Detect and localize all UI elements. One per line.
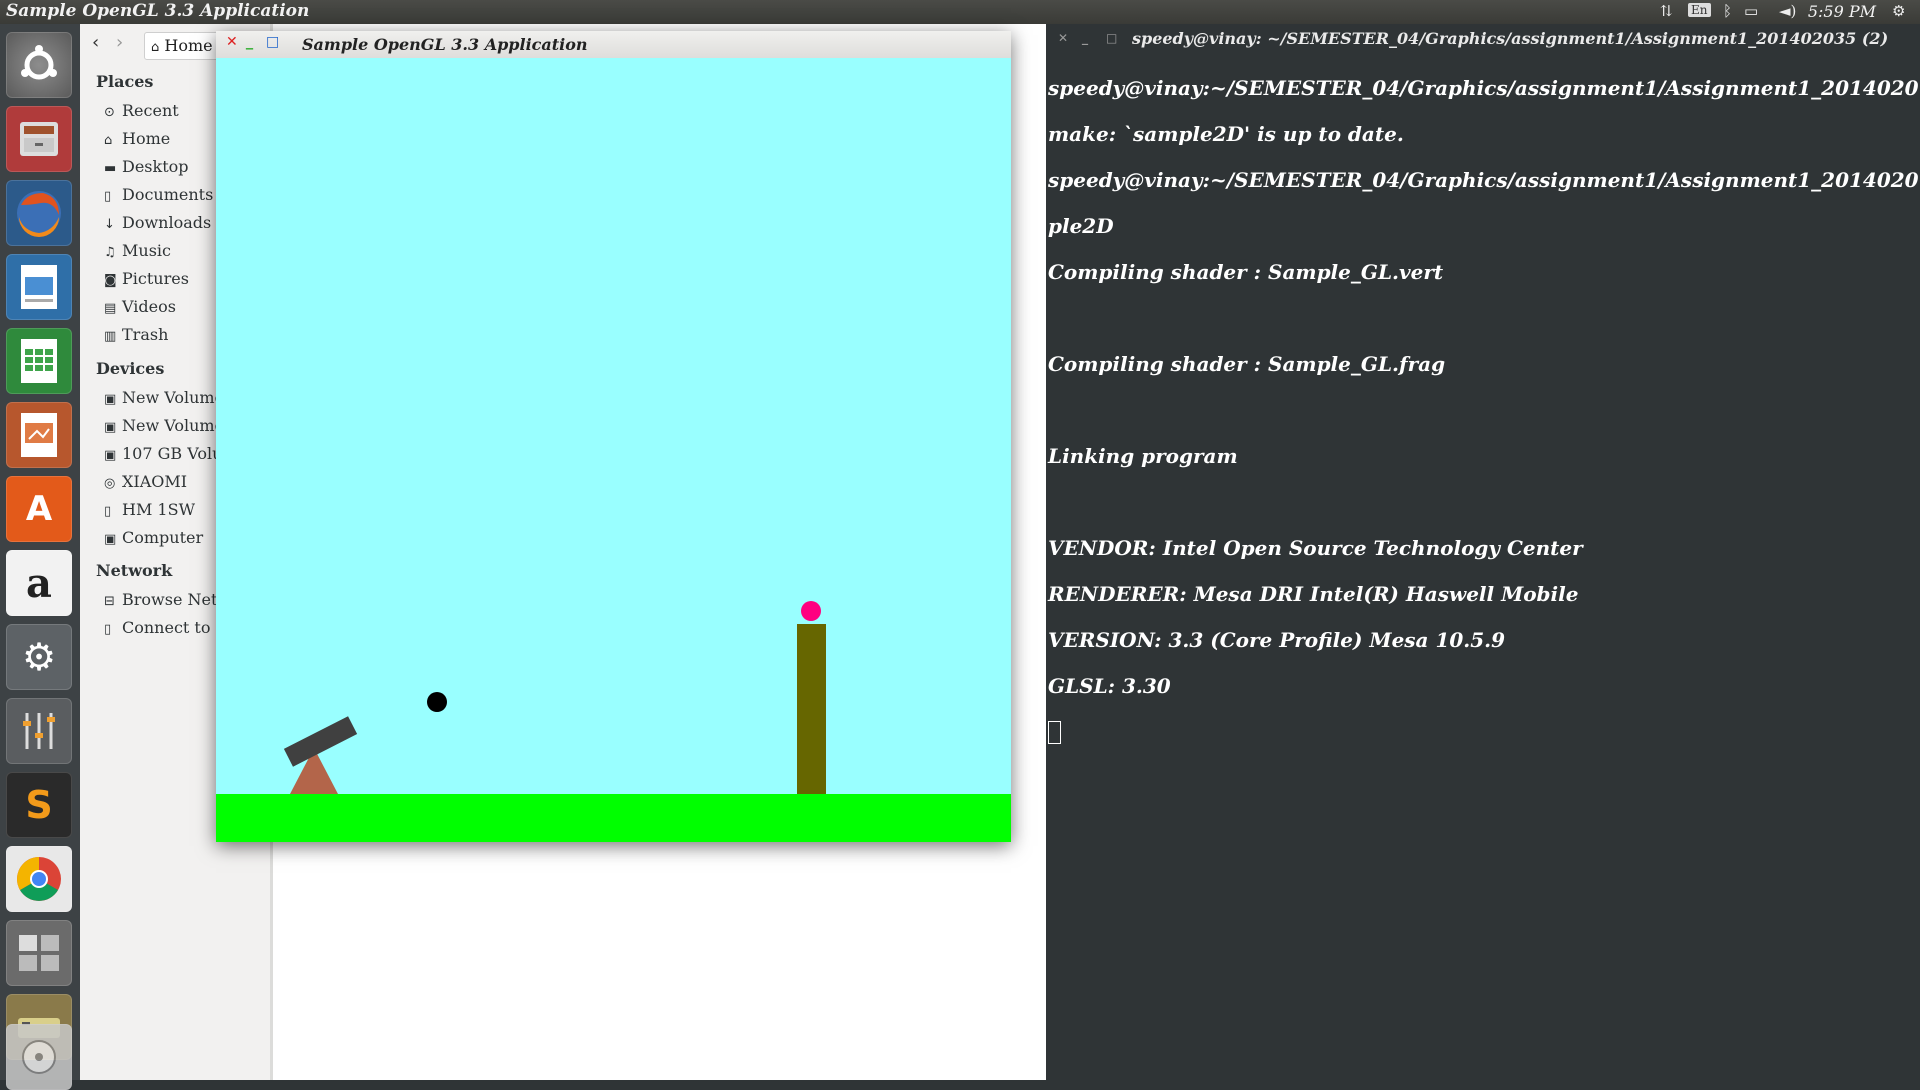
network-icon: ⊟ <box>104 594 115 609</box>
drive-icon: ▣ <box>104 392 117 407</box>
terminal-line: speedy@vinay:~/SEMESTER_04/Graphics/assi… <box>1048 168 1919 192</box>
camera-icon: ◙ <box>104 273 117 288</box>
terminal-line: VENDOR: Intel Open Source Technology Cen… <box>1048 536 1583 560</box>
network-heading: Network <box>96 561 173 580</box>
sidebar-item-label: Documents <box>122 185 214 204</box>
ground <box>216 794 1011 842</box>
minimize-icon[interactable]: _ <box>1082 31 1088 45</box>
sublime-text-icon[interactable]: S <box>6 772 72 838</box>
home-icon: ⌂ <box>151 40 160 55</box>
software-center-icon[interactable]: A <box>6 476 72 542</box>
firefox-icon[interactable] <box>6 180 72 246</box>
session-gear-icon[interactable]: ⚙ <box>1892 2 1905 20</box>
back-icon[interactable]: ‹ <box>92 32 99 53</box>
terminal-line: GLSL: 3.30 <box>1048 674 1171 698</box>
sublime-glyph: S <box>25 783 53 827</box>
terminal-line: make: `sample2D' is up to date. <box>1048 122 1404 146</box>
terminal-line: RENDERER: Mesa DRI Intel(R) Haswell Mobi… <box>1048 582 1579 606</box>
forward-icon[interactable]: › <box>116 32 123 53</box>
sidebar-item-label: Pictures <box>122 269 189 288</box>
libreoffice-writer-icon[interactable] <box>6 254 72 320</box>
minimize-icon[interactable]: _ <box>246 34 253 50</box>
files-icon[interactable] <box>6 106 72 172</box>
clock-icon: ⊙ <box>104 105 115 120</box>
battery-icon[interactable]: ▭ <box>1744 2 1758 20</box>
server-icon: ▯ <box>104 622 112 637</box>
sidebar-item-label: Recent <box>122 101 179 120</box>
breadcrumb-home[interactable]: ⌂ Home <box>144 32 220 60</box>
sidebar-item-label: Desktop <box>122 157 189 176</box>
breadcrumb-label: Home <box>164 36 213 55</box>
disc-icon: ◎ <box>104 476 116 491</box>
projectile-ball <box>427 692 447 712</box>
phone-icon: ▯ <box>104 504 112 519</box>
terminal-output[interactable]: speedy@vinay:~/SEMESTER_04/Graphics/assi… <box>1048 54 1920 790</box>
target-pillar <box>797 624 826 794</box>
document-icon: ▯ <box>104 189 112 204</box>
terminal-window[interactable]: ✕ _ □ speedy@vinay: ~/SEMESTER_04/Graphi… <box>1046 24 1920 1080</box>
window-title: Sample OpenGL 3.3 Application <box>302 35 588 54</box>
close-icon[interactable]: ✕ <box>226 34 238 50</box>
libreoffice-calc-icon[interactable] <box>6 328 72 394</box>
amazon-glyph: a <box>26 559 52 607</box>
workspace-switcher-icon[interactable] <box>6 920 72 986</box>
terminal-line: Compiling shader : Sample_GL.frag <box>1048 352 1446 376</box>
drive-icon: ▣ <box>104 448 117 463</box>
sidebar-item-label: Downloads <box>122 213 212 232</box>
trash-icon: ▥ <box>104 329 117 344</box>
video-icon: ▤ <box>104 301 117 316</box>
ubuntu-dash-icon[interactable] <box>6 32 72 98</box>
music-icon: ♫ <box>104 245 116 260</box>
opengl-canvas[interactable] <box>216 58 1011 842</box>
folder-icon: ▬ <box>104 161 117 176</box>
sidebar-item-label: XIAOMI <box>122 472 188 491</box>
network-transfer-icon[interactable]: ⇅ <box>1660 2 1673 20</box>
close-icon[interactable]: ✕ <box>1058 31 1068 45</box>
chrome-icon[interactable] <box>6 846 72 912</box>
opengl-window[interactable]: ✕ _ □ Sample OpenGL 3.3 Application <box>216 31 1011 842</box>
sidebar-item-label: Music <box>122 241 171 260</box>
home-icon: ⌂ <box>104 133 113 148</box>
maximize-icon[interactable]: □ <box>1106 31 1117 45</box>
sidebar-item-label: Trash <box>122 325 169 344</box>
maximize-icon[interactable]: □ <box>266 34 279 50</box>
drive-icon: ▣ <box>104 420 117 435</box>
terminal-cursor <box>1048 721 1061 744</box>
terminal-cursor-line <box>1048 721 1920 744</box>
system-settings-icon[interactable]: ⚙ <box>6 624 72 690</box>
terminal-line: ple2D <box>1048 214 1114 238</box>
opengl-titlebar[interactable]: ✕ _ □ Sample OpenGL 3.3 Application <box>216 31 1011 58</box>
window-title: speedy@vinay: ~/SEMESTER_04/Graphics/ass… <box>1132 29 1889 48</box>
launcher: A a ⚙ S <box>0 24 81 1090</box>
devices-heading: Devices <box>96 359 165 378</box>
amazon-icon[interactable]: a <box>6 550 72 616</box>
drive-icon-2[interactable] <box>6 1024 72 1090</box>
clock[interactable]: 5:59 PM <box>1808 2 1876 21</box>
top-panel: Sample OpenGL 3.3 Application ⇅ En ᛒ ▭ ◄… <box>0 0 1920 24</box>
download-icon: ↓ <box>104 217 115 232</box>
volume-icon[interactable]: ◄) <box>1779 2 1796 20</box>
places-heading: Places <box>96 72 154 91</box>
terminal-line: speedy@vinay:~/SEMESTER_04/Graphics/assi… <box>1048 76 1919 100</box>
bluetooth-icon[interactable]: ᛒ <box>1723 2 1732 20</box>
keyboard-layout-indicator[interactable]: En <box>1688 3 1711 17</box>
sidebar-item-label: HM 1SW <box>122 500 196 519</box>
libreoffice-impress-icon[interactable] <box>6 402 72 468</box>
mixer-icon[interactable] <box>6 698 72 764</box>
terminal-titlebar[interactable]: ✕ _ □ speedy@vinay: ~/SEMESTER_04/Graphi… <box>1046 24 1920 54</box>
sidebar-item-label: Videos <box>122 297 176 316</box>
sidebar-item-label: New Volume <box>122 388 225 407</box>
sidebar-item-label: New Volume <box>122 416 225 435</box>
terminal-line: Compiling shader : Sample_GL.vert <box>1048 260 1444 284</box>
active-window-title: Sample OpenGL 3.3 Application <box>6 1 310 21</box>
sidebar-item-label: Home <box>122 129 171 148</box>
sidebar-item-label: Computer <box>122 528 204 547</box>
terminal-line: Linking program <box>1048 444 1238 468</box>
computer-icon: ▣ <box>104 532 117 547</box>
terminal-line: VERSION: 3.3 (Core Profile) Mesa 10.5.9 <box>1048 628 1506 652</box>
target-ball <box>801 601 821 621</box>
